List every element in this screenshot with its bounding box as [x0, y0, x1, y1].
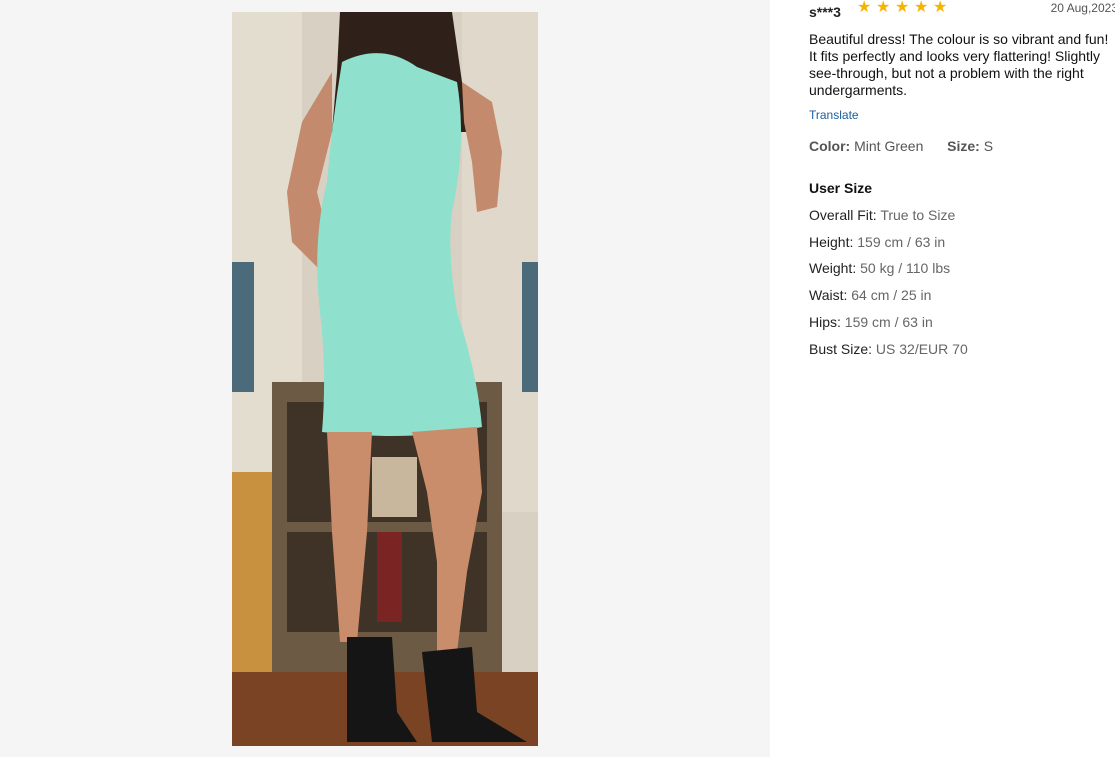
- reviewer-name: s***3: [809, 4, 841, 20]
- review-viewer: s***3 ★ ★ ★ ★ ★ 20 Aug,2023 Beautiful dr…: [0, 0, 1115, 757]
- size-row-value: 159 cm / 63 in: [844, 314, 933, 330]
- review-header: s***3 ★ ★ ★ ★ ★ 20 Aug,2023: [809, 0, 1115, 24]
- review-panel: s***3 ★ ★ ★ ★ ★ 20 Aug,2023 Beautiful dr…: [809, 0, 1115, 357]
- size-row-label: Bust Size:: [809, 341, 873, 357]
- user-size-title: User Size: [809, 180, 873, 196]
- review-date: 20 Aug,2023: [1050, 1, 1115, 15]
- size-row-weight: Weight: 50 kg / 110 lbs: [809, 260, 950, 276]
- size-label: Size:: [947, 138, 980, 154]
- star-icon: ★: [876, 0, 891, 16]
- size-value: S: [983, 138, 994, 154]
- purchase-attributes: Color: Mint Green Size: S: [809, 138, 993, 154]
- size-row-value: 159 cm / 63 in: [857, 234, 946, 250]
- size-row-bust: Bust Size: US 32/EUR 70: [809, 341, 968, 357]
- size-row-label: Overall Fit:: [809, 207, 877, 223]
- media-panel: [0, 0, 770, 757]
- size-row-value: 50 kg / 110 lbs: [860, 260, 951, 276]
- size-row-value: True to Size: [880, 207, 956, 223]
- size-row-value: 64 cm / 25 in: [851, 287, 932, 303]
- size-row-label: Weight:: [809, 260, 857, 276]
- size-row-label: Hips:: [809, 314, 841, 330]
- color-label: Color:: [809, 138, 851, 154]
- translate-link[interactable]: Translate: [809, 108, 859, 122]
- rating-stars: ★ ★ ★ ★ ★: [857, 0, 948, 16]
- size-row-height: Height: 159 cm / 63 in: [809, 234, 945, 250]
- review-photo[interactable]: [232, 12, 538, 746]
- size-row-overall-fit: Overall Fit: True to Size: [809, 207, 955, 223]
- size-row-label: Height:: [809, 234, 854, 250]
- star-icon: ★: [914, 0, 929, 16]
- star-icon: ★: [933, 0, 948, 16]
- star-icon: ★: [857, 0, 872, 16]
- size-row-waist: Waist: 64 cm / 25 in: [809, 287, 931, 303]
- review-photo-illustration: [232, 12, 538, 746]
- star-icon: ★: [895, 0, 910, 16]
- size-row-label: Waist:: [809, 287, 848, 303]
- size-row-hips: Hips: 159 cm / 63 in: [809, 314, 933, 330]
- size-row-value: US 32/EUR 70: [875, 341, 968, 357]
- color-value: Mint Green: [854, 138, 924, 154]
- review-text: Beautiful dress! The colour is so vibran…: [809, 31, 1109, 98]
